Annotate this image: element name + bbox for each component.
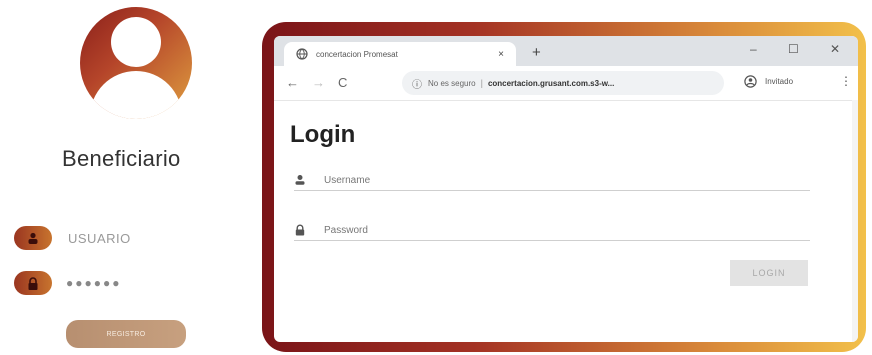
- info-icon[interactable]: ⓘ: [412, 76, 422, 91]
- tab-close-icon[interactable]: ×: [498, 49, 504, 60]
- user-icon: [14, 226, 52, 250]
- username-field[interactable]: USUARIO: [14, 225, 131, 251]
- login-button[interactable]: LOGIN: [730, 260, 808, 286]
- menu-icon[interactable]: ⋮: [840, 74, 852, 88]
- back-button[interactable]: ←: [286, 75, 299, 90]
- close-window-button[interactable]: ✕: [830, 42, 840, 56]
- avatar-head: [111, 17, 161, 67]
- password-input[interactable]: [322, 223, 766, 237]
- profile-icon: [744, 75, 757, 88]
- forward-button[interactable]: →: [312, 75, 325, 90]
- username-placeholder: USUARIO: [68, 230, 131, 246]
- address-separator: |: [480, 78, 483, 88]
- page-title: Login: [290, 121, 356, 148]
- left-panel: Beneficiario USUARIO ●●●●●● REGISTRO: [0, 0, 240, 355]
- gradient-frame: concertacion Promesat × + – ☐ ✕ ← → C ⓘ …: [262, 22, 866, 352]
- omnibox[interactable]: ⓘ No es seguro | concertacion.grusant.co…: [402, 71, 724, 95]
- address-bar-row: ← → C ⓘ No es seguro | concertacion.grus…: [274, 66, 858, 101]
- username-row: [294, 170, 810, 191]
- globe-icon: [296, 48, 308, 60]
- avatar-icon: [80, 7, 192, 119]
- password-row: [294, 220, 810, 241]
- password-mask: ●●●●●●: [66, 276, 122, 290]
- password-field[interactable]: ●●●●●●: [14, 270, 122, 296]
- register-button[interactable]: REGISTRO: [66, 320, 186, 348]
- browser-tab[interactable]: concertacion Promesat ×: [284, 42, 516, 66]
- profile-label: Invitado: [765, 77, 794, 86]
- minimize-button[interactable]: –: [750, 42, 757, 56]
- tab-title: concertacion Promesat: [316, 49, 398, 59]
- scrollbar[interactable]: [852, 100, 858, 342]
- lock-icon: [14, 271, 52, 295]
- person-icon: [295, 175, 305, 185]
- browser-window: concertacion Promesat × + – ☐ ✕ ← → C ⓘ …: [274, 36, 858, 342]
- lock-icon: [295, 224, 305, 236]
- security-label: No es seguro: [428, 78, 476, 88]
- tab-bar: concertacion Promesat × + – ☐ ✕: [274, 36, 858, 66]
- page-content: Login LOGIN: [274, 100, 858, 342]
- maximize-button[interactable]: ☐: [788, 42, 799, 56]
- role-label: Beneficiario: [62, 146, 181, 171]
- reload-button[interactable]: C: [338, 75, 347, 90]
- avatar-body: [90, 71, 182, 119]
- profile-button[interactable]: Invitado: [744, 75, 793, 88]
- username-input[interactable]: [322, 173, 766, 187]
- url-text[interactable]: concertacion.grusant.com.s3-w...: [488, 79, 614, 88]
- new-tab-button[interactable]: +: [532, 44, 541, 61]
